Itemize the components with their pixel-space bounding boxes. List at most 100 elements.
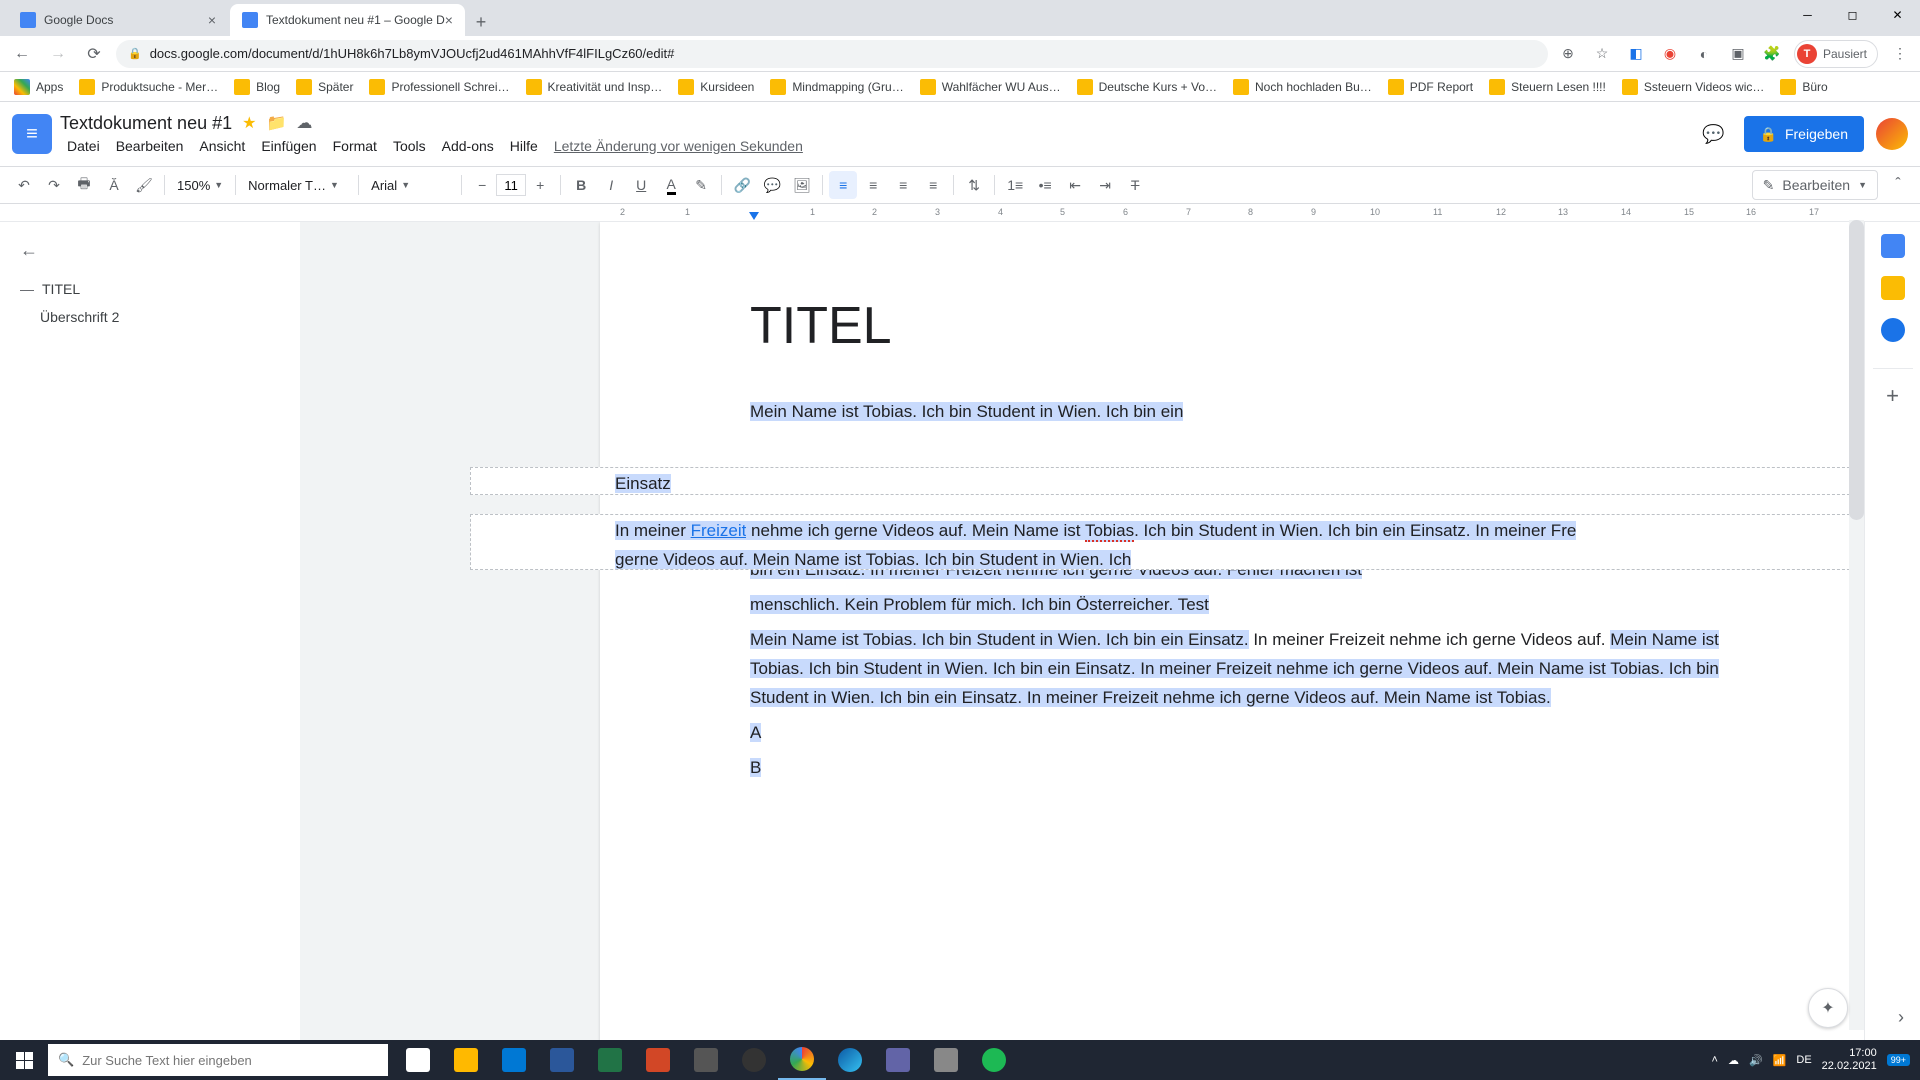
bookmark-item[interactable]: Steuern Lesen !!!! [1483, 75, 1612, 99]
italic-button[interactable]: I [597, 171, 625, 199]
extension-icon[interactable]: ◧ [1624, 42, 1648, 66]
bookmark-item[interactable]: Kreativität und Insp… [520, 75, 669, 99]
overflow-text[interactable]: Einsatz [615, 474, 671, 493]
undo-button[interactable]: ↶ [10, 171, 38, 199]
bookmark-item[interactable]: Noch hochladen Bu… [1227, 75, 1378, 99]
wifi-icon[interactable]: 📶 [1773, 1054, 1787, 1067]
indent-increase-button[interactable]: ⇥ [1091, 171, 1119, 199]
menu-button[interactable]: ⋮ [1888, 42, 1912, 66]
close-icon[interactable]: × [445, 12, 453, 28]
bullet-list-button[interactable]: •≡ [1031, 171, 1059, 199]
browser-tab-active[interactable]: Textdokument neu #1 – Google D × [230, 4, 465, 36]
document-title[interactable]: Textdokument neu #1 [60, 113, 232, 134]
explore-button[interactable]: ✦ [1808, 988, 1848, 1028]
word-button[interactable] [538, 1040, 586, 1080]
keep-icon[interactable] [1881, 276, 1905, 300]
editing-mode-select[interactable]: ✎ Bearbeiten ▼ [1752, 170, 1878, 200]
expand-side-panel[interactable]: › [1898, 1007, 1904, 1028]
font-size-decrease[interactable]: − [468, 171, 496, 199]
task-view-button[interactable] [394, 1040, 442, 1080]
scrollbar[interactable] [1849, 220, 1864, 1030]
paragraph[interactable]: menschlich. Kein Problem für mich. Ich b… [750, 591, 1750, 620]
star-icon[interactable]: ☆ [1590, 42, 1614, 66]
document-canvas[interactable]: TITEL Mein Name ist Tobias. Ich bin Stud… [300, 222, 1864, 1040]
comment-button[interactable]: 💬 [758, 171, 786, 199]
close-icon[interactable]: × [208, 12, 216, 28]
menu-view[interactable]: Ansicht [192, 136, 252, 156]
link-button[interactable]: 🔗 [728, 171, 756, 199]
bookmark-item[interactable]: Ssteuern Videos wic… [1616, 75, 1771, 99]
underline-button[interactable]: U [627, 171, 655, 199]
language-indicator[interactable]: DE [1796, 1054, 1811, 1066]
add-addon-button[interactable]: + [1873, 368, 1913, 409]
font-size-increase[interactable]: + [526, 171, 554, 199]
clock[interactable]: 17:00 22.02.2021 [1822, 1047, 1877, 1073]
taskbar-search[interactable]: 🔍 Zur Suche Text hier eingeben [48, 1044, 388, 1076]
highlight-button[interactable]: ✎ [687, 171, 715, 199]
apps-button[interactable]: Apps [8, 75, 69, 99]
text-color-button[interactable]: A [657, 171, 685, 199]
minimize-button[interactable]: ─ [1785, 0, 1830, 30]
tray-expand-button[interactable]: ˄ [1712, 1054, 1718, 1066]
obs-button[interactable] [730, 1040, 778, 1080]
reload-button[interactable]: ⟳ [80, 40, 108, 68]
heading-title[interactable]: TITEL [750, 282, 1750, 370]
notification-badge[interactable]: 99+ [1887, 1054, 1910, 1066]
docs-logo[interactable]: ≡ [12, 114, 52, 154]
volume-icon[interactable]: 🔊 [1749, 1054, 1763, 1067]
paragraph[interactable]: Mein Name ist Tobias. Ich bin Student in… [750, 626, 1750, 713]
powerpoint-button[interactable] [634, 1040, 682, 1080]
spellcheck-button[interactable]: Ă [100, 171, 128, 199]
bookmark-item[interactable]: Kursideen [672, 75, 760, 99]
align-right-button[interactable]: ≡ [889, 171, 917, 199]
app-button[interactable] [682, 1040, 730, 1080]
list-item[interactable]: A [750, 719, 1750, 748]
bookmark-item[interactable]: Professionell Schrei… [363, 75, 515, 99]
move-icon[interactable]: 📁 [266, 113, 286, 133]
extensions-button[interactable]: 🧩 [1760, 42, 1784, 66]
explorer-button[interactable] [442, 1040, 490, 1080]
numbered-list-button[interactable]: 1≡ [1001, 171, 1029, 199]
indent-marker[interactable] [749, 212, 759, 220]
edge-button[interactable] [826, 1040, 874, 1080]
clear-format-button[interactable]: T [1121, 171, 1149, 199]
forward-button[interactable]: → [44, 40, 72, 68]
chrome-button[interactable] [778, 1040, 826, 1080]
bookmark-item[interactable]: Produktsuche - Mer… [73, 75, 224, 99]
font-select[interactable]: Arial▼ [365, 172, 455, 198]
image-button[interactable]: 🖼 [788, 171, 816, 199]
browser-tab[interactable]: Google Docs × [8, 4, 228, 36]
spotify-button[interactable] [970, 1040, 1018, 1080]
bold-button[interactable]: B [567, 171, 595, 199]
new-tab-button[interactable]: + [467, 8, 495, 36]
cloud-icon[interactable]: ☁ [1728, 1054, 1739, 1067]
menu-edit[interactable]: Bearbeiten [109, 136, 191, 156]
menu-insert[interactable]: Einfügen [254, 136, 323, 156]
extension-icon[interactable]: ▣ [1726, 42, 1750, 66]
outline-item[interactable]: — TITEL [20, 275, 280, 303]
collapse-toolbar-button[interactable]: ˆ [1886, 173, 1910, 197]
list-item[interactable]: B [750, 754, 1750, 783]
paint-format-button[interactable]: 🖌 [130, 171, 158, 199]
zoom-select[interactable]: 150%▼ [171, 172, 229, 198]
excel-button[interactable] [586, 1040, 634, 1080]
last-edit-text[interactable]: Letzte Änderung vor wenigen Sekunden [547, 136, 810, 156]
menu-addons[interactable]: Add-ons [435, 136, 501, 156]
start-button[interactable] [0, 1040, 48, 1080]
bookmark-item[interactable]: Später [290, 75, 359, 99]
back-button[interactable]: ← [8, 40, 36, 68]
bookmark-item[interactable]: Deutsche Kurs + Vo… [1071, 75, 1223, 99]
spell-error[interactable]: Tobias [1085, 521, 1134, 542]
outline-back-button[interactable]: ← [20, 240, 280, 261]
bookmark-item[interactable]: Wahlfächer WU Aus… [914, 75, 1067, 99]
align-justify-button[interactable]: ≡ [919, 171, 947, 199]
menu-format[interactable]: Format [326, 136, 384, 156]
url-field[interactable]: 🔒 docs.google.com/document/d/1hUH8k6h7Lb… [116, 40, 1548, 68]
paragraph[interactable]: Mein Name ist Tobias. Ich bin Student in… [750, 398, 1750, 427]
maximize-button[interactable]: ◻ [1830, 0, 1875, 30]
outline-item[interactable]: Überschrift 2 [20, 303, 280, 331]
print-button[interactable]: 🖶 [70, 171, 98, 199]
app-button[interactable] [922, 1040, 970, 1080]
bookmark-item[interactable]: Mindmapping (Gru… [764, 75, 909, 99]
comments-button[interactable]: 💬 [1696, 116, 1732, 152]
